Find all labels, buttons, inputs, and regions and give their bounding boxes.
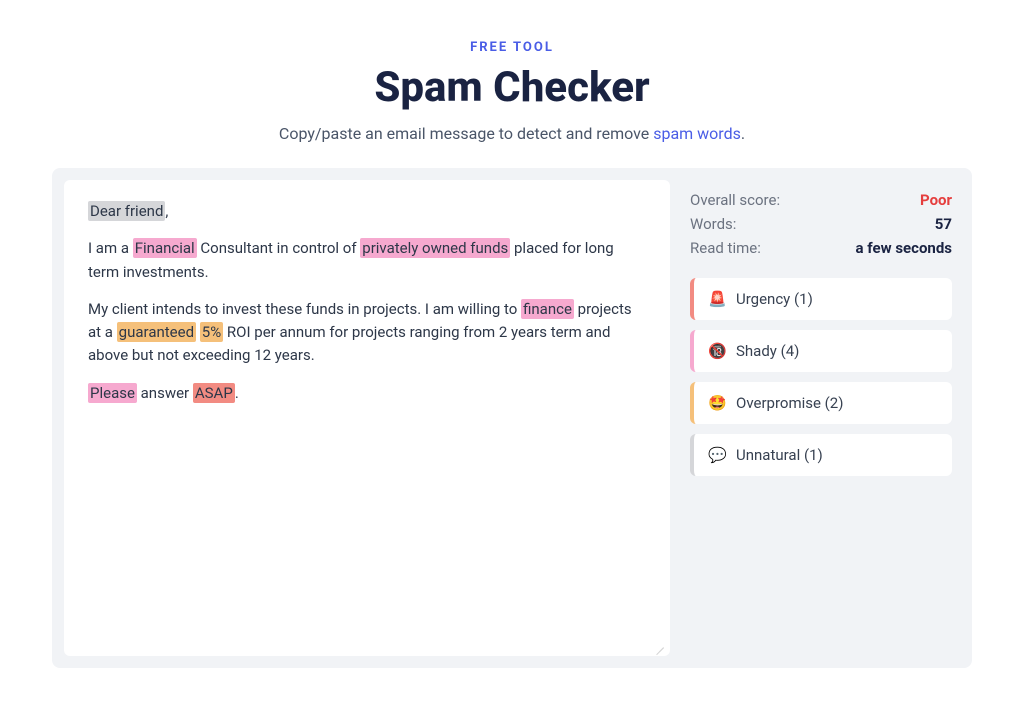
unnatural-icon: 💬 bbox=[708, 446, 726, 464]
spam-words-link[interactable]: spam words bbox=[653, 124, 741, 143]
category-urgency[interactable]: 🚨 Urgency (1) bbox=[690, 278, 952, 320]
paragraph-1: Dear friend, bbox=[88, 200, 646, 223]
category-shady[interactable]: 🔞 Shady (4) bbox=[690, 330, 952, 372]
categories-list: 🚨 Urgency (1) 🔞 Shady (4) 🤩 Overpromise … bbox=[690, 278, 952, 476]
category-unnatural[interactable]: 💬 Unnatural (1) bbox=[690, 434, 952, 476]
stat-label: Read time: bbox=[690, 239, 761, 257]
category-label: Overpromise (2) bbox=[736, 394, 843, 412]
sidebar: Overall score: Poor Words: 57 Read time:… bbox=[682, 168, 972, 668]
category-overpromise[interactable]: 🤩 Overpromise (2) bbox=[690, 382, 952, 424]
editor-textarea[interactable]: Dear friend, I am a Financial Consultant… bbox=[64, 180, 670, 656]
stat-value-words: 57 bbox=[935, 215, 952, 233]
stat-readtime: Read time: a few seconds bbox=[690, 236, 952, 260]
page-title: Spam Checker bbox=[52, 63, 972, 112]
category-label: Urgency (1) bbox=[736, 290, 813, 308]
header: FREE TOOL Spam Checker Copy/paste an ema… bbox=[52, 40, 972, 143]
highlight-overpromise[interactable]: guaranteed bbox=[117, 322, 196, 342]
category-label: Unnatural (1) bbox=[736, 446, 823, 464]
free-tool-badge: FREE TOOL bbox=[52, 40, 972, 55]
highlight-shady[interactable]: Please bbox=[88, 383, 137, 403]
highlight-urgency[interactable]: ASAP bbox=[193, 383, 235, 403]
stats-block: Overall score: Poor Words: 57 Read time:… bbox=[690, 188, 952, 260]
highlight-shady[interactable]: privately owned funds bbox=[360, 238, 510, 258]
subtitle-pre: Copy/paste an email message to detect an… bbox=[279, 124, 653, 143]
paragraph-2: I am a Financial Consultant in control o… bbox=[88, 237, 646, 284]
highlight-overpromise[interactable]: 5% bbox=[200, 322, 223, 342]
overpromise-icon: 🤩 bbox=[708, 394, 726, 412]
paragraph-3: My client intends to invest these funds … bbox=[88, 298, 646, 368]
resize-handle-icon[interactable] bbox=[652, 638, 664, 650]
paragraph-4: Please answer ASAP. bbox=[88, 382, 646, 405]
stat-label: Overall score: bbox=[690, 191, 780, 209]
stat-value-overall: Poor bbox=[920, 191, 952, 209]
main-panel: Dear friend, I am a Financial Consultant… bbox=[52, 168, 972, 668]
stat-overall: Overall score: Poor bbox=[690, 188, 952, 212]
stat-value-readtime: a few seconds bbox=[856, 239, 952, 257]
highlight-shady[interactable]: finance bbox=[521, 299, 574, 319]
urgency-icon: 🚨 bbox=[708, 290, 726, 308]
page-subtitle: Copy/paste an email message to detect an… bbox=[52, 124, 972, 143]
shady-icon: 🔞 bbox=[708, 342, 726, 360]
stat-label: Words: bbox=[690, 215, 736, 233]
category-label: Shady (4) bbox=[736, 342, 799, 360]
highlight-unnatural[interactable]: Dear friend bbox=[88, 201, 165, 221]
subtitle-post: . bbox=[741, 124, 745, 143]
stat-words: Words: 57 bbox=[690, 212, 952, 236]
highlight-shady[interactable]: Financial bbox=[133, 238, 197, 258]
